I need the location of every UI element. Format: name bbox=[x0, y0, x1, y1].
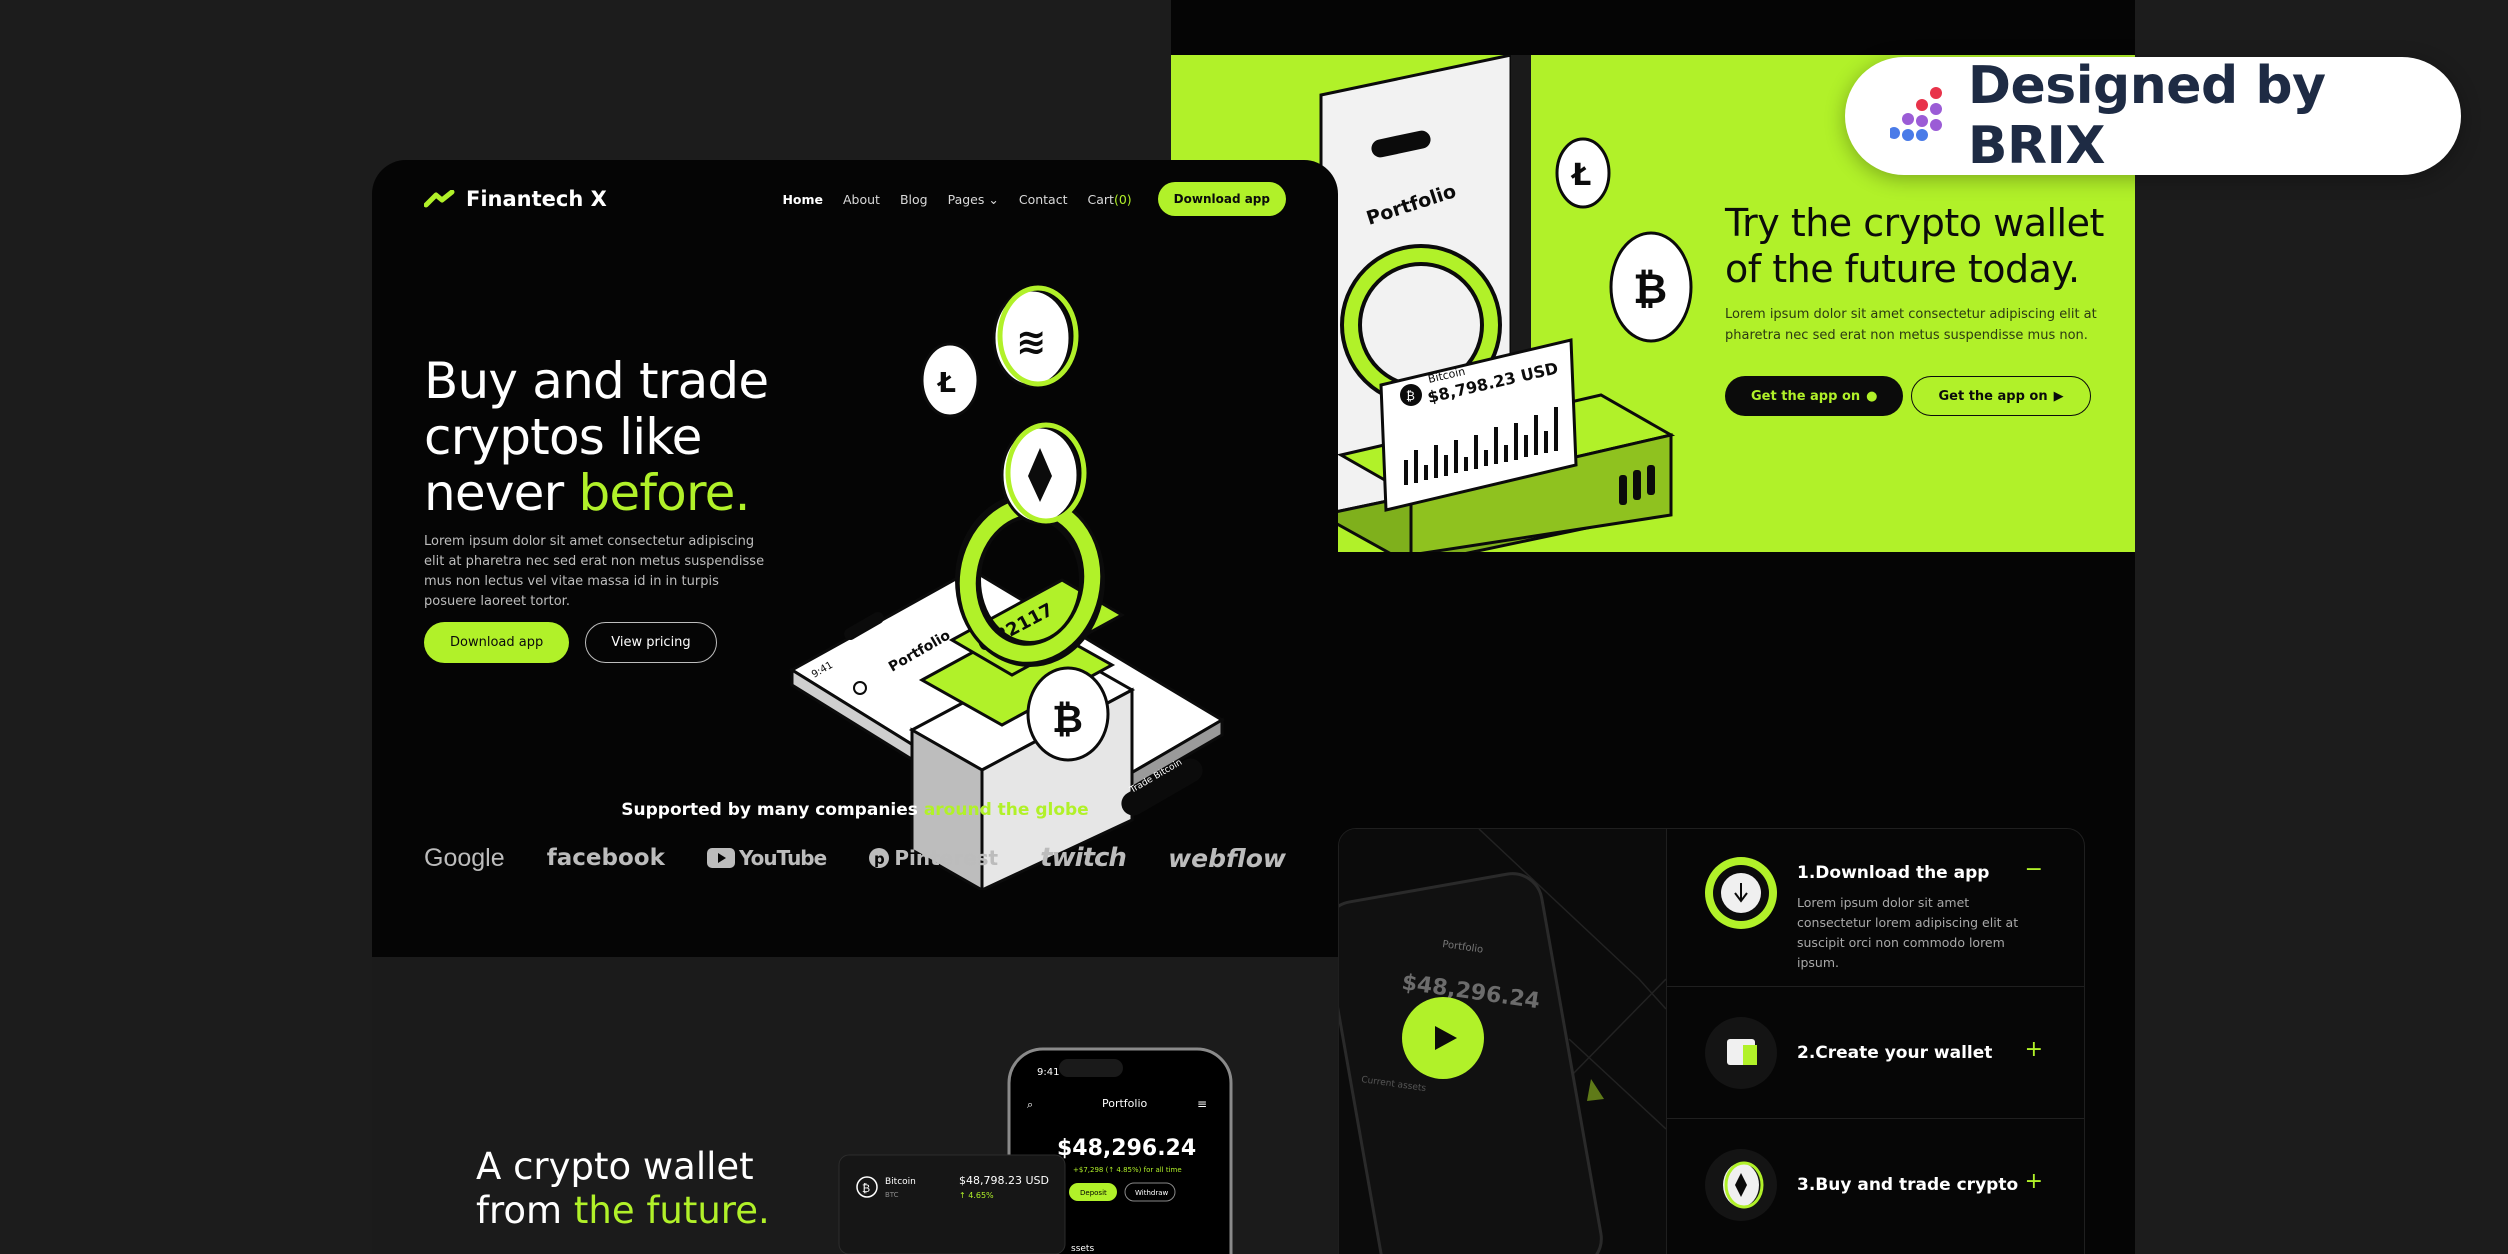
step-1[interactable]: 1.Download the app − Lorem ipsum dolor s… bbox=[1667, 829, 2084, 987]
supported-heading: Supported by many companies around the g… bbox=[621, 800, 1089, 820]
cta-description: Lorem ipsum dolor sit amet consectetur a… bbox=[1725, 307, 2097, 343]
wallet-icon bbox=[1705, 1017, 1777, 1089]
apple-icon: ● bbox=[1866, 388, 1878, 404]
nav-download-button[interactable]: Download app bbox=[1157, 182, 1286, 216]
brix-logo-icon bbox=[1890, 87, 1942, 141]
step-3-title: 3.Buy and trade crypto bbox=[1797, 1175, 2019, 1195]
brand-logo[interactable]: Finantech X bbox=[424, 187, 607, 211]
get-app-store-button[interactable]: Get the app on ● bbox=[1725, 376, 1904, 416]
wallet-title: A crypto wallet from the future. bbox=[476, 1145, 770, 1232]
step-3[interactable]: 3.Buy and trade crypto + bbox=[1667, 1119, 2084, 1254]
nav-home[interactable]: Home bbox=[782, 192, 823, 207]
step-1-title: 1.Download the app bbox=[1797, 863, 1990, 883]
hero-illustration: 9:41 Portfolio 0.22117 ₿ Trade Bitcoin Ł… bbox=[789, 285, 1225, 890]
webflow-logo: webflow bbox=[1168, 843, 1286, 873]
svg-text:₿: ₿ bbox=[1633, 264, 1667, 313]
step-1-description: Lorem ipsum dolor sit amet consectetur l… bbox=[1797, 895, 2019, 970]
expand-icon[interactable]: + bbox=[2025, 1169, 2043, 1194]
cta-title: Try the crypto wallet of the future toda… bbox=[1725, 201, 2104, 291]
hero-title: Buy and trade cryptos like never before. bbox=[424, 352, 769, 522]
cart-count: (0) bbox=[1113, 191, 1132, 207]
coin-name: Bitcoin bbox=[885, 1177, 916, 1187]
youtube-logo: YouTube bbox=[707, 846, 827, 870]
coin-ticker: BTC bbox=[885, 1191, 899, 1199]
view-pricing-button[interactable]: View pricing bbox=[585, 622, 717, 663]
nav-about[interactable]: About bbox=[843, 192, 880, 207]
expand-icon[interactable]: + bbox=[2025, 1037, 2043, 1062]
step-2[interactable]: 2.Create your wallet + bbox=[1667, 987, 2084, 1119]
nav-cart[interactable]: Cart(0) bbox=[1088, 192, 1132, 207]
hero-download-button[interactable]: Download app bbox=[424, 622, 570, 663]
step-2-title: 2.Create your wallet bbox=[1797, 1043, 1993, 1063]
wallet-phone-title: Portfolio bbox=[1102, 1097, 1148, 1110]
svg-text:Ł: Ł bbox=[1570, 158, 1591, 193]
assets-heading: ssets bbox=[1071, 1244, 1094, 1254]
download-cloud-icon bbox=[1705, 857, 1777, 929]
bitcoin-icon: ₿ bbox=[862, 1182, 870, 1195]
ethereum-coin-icon bbox=[1705, 1149, 1777, 1221]
brix-badge-text: Designed by BRIX bbox=[1967, 56, 2326, 176]
svg-text:≋: ≋ bbox=[1016, 322, 1046, 363]
twitch-logo: twitch bbox=[1040, 843, 1127, 873]
nav-contact[interactable]: Contact bbox=[1019, 192, 1068, 207]
play-store-icon: ▶ bbox=[2053, 388, 2064, 404]
facebook-logo: facebook bbox=[546, 845, 665, 871]
wallet-phone-time: 9:41 bbox=[1037, 1067, 1059, 1078]
play-button[interactable] bbox=[1402, 997, 1484, 1079]
coin-value: $48,798.23 USD bbox=[959, 1174, 1049, 1187]
video-preview[interactable]: Portfolio $48,296.24 Current assets bbox=[1339, 829, 1667, 1254]
steps-list: 1.Download the app − Lorem ipsum dolor s… bbox=[1666, 829, 2084, 1254]
get-google-play-button[interactable]: Get the app on ▶ bbox=[1911, 376, 2091, 416]
svg-text:Ł: Ł bbox=[936, 366, 956, 399]
wallet-balance: $48,296.24 bbox=[1057, 1136, 1196, 1161]
navbar: Finantech X Home About Blog Pages ⌄ Cont… bbox=[424, 180, 1286, 218]
bitcoin-icon: ₿ bbox=[1406, 389, 1415, 403]
nav-blog[interactable]: Blog bbox=[900, 192, 928, 207]
hero-description: Lorem ipsum dolor sit amet consectetur a… bbox=[424, 534, 765, 609]
withdraw-button[interactable]: Withdraw bbox=[1135, 1189, 1169, 1197]
google-logo: Google bbox=[424, 843, 505, 872]
how-it-works-section: Portfolio $48,296.24 Current assets 1.Do… bbox=[1338, 828, 2085, 1254]
partner-logos: Google facebook YouTube p Pinterest twit… bbox=[424, 843, 1286, 873]
nav-pages[interactable]: Pages ⌄ bbox=[948, 192, 999, 207]
svg-text:₿: ₿ bbox=[1052, 697, 1083, 741]
wallet-change: +$7,298 (↑ 4.85%) for all time bbox=[1073, 1166, 1182, 1174]
collapse-icon[interactable]: − bbox=[2025, 857, 2043, 882]
chevron-down-icon: ⌄ bbox=[988, 191, 999, 207]
video-phone-illustration: Portfolio $48,296.24 Current assets bbox=[1339, 829, 1667, 1254]
pinterest-logo: p Pinterest bbox=[868, 846, 998, 870]
pinterest-icon: p bbox=[869, 848, 890, 868]
menu-icon: ≡ bbox=[1197, 1097, 1207, 1111]
coin-change: ↑ 4.65% bbox=[959, 1191, 994, 1200]
svg-text:p: p bbox=[874, 850, 885, 868]
designed-by-brix-badge[interactable]: Designed by BRIX bbox=[1845, 56, 2461, 176]
search-icon: ⌕ bbox=[1027, 1098, 1033, 1111]
youtube-play-icon bbox=[707, 848, 735, 868]
deposit-button[interactable]: Deposit bbox=[1080, 1189, 1107, 1197]
finantech-logo-icon bbox=[424, 190, 455, 208]
